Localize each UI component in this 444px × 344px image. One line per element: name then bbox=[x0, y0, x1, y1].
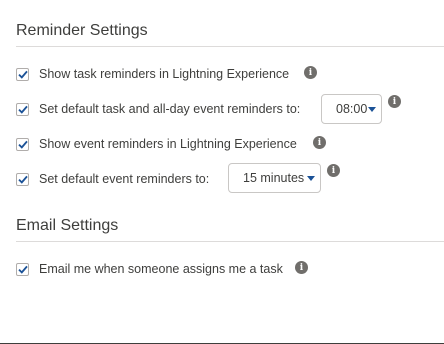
event-reminders-row: Show event reminders in Lightning Experi… bbox=[16, 134, 297, 154]
event-reminders-checkbox[interactable] bbox=[16, 137, 29, 151]
reminder-settings-divider bbox=[16, 46, 444, 47]
task-reminders-row: Show task reminders in Lightning Experie… bbox=[16, 64, 289, 84]
default-task-reminder-checkbox[interactable] bbox=[16, 102, 29, 116]
caret-down-icon bbox=[368, 107, 376, 112]
info-icon[interactable]: i bbox=[388, 95, 401, 108]
default-task-reminder-row: Set default task and all-day event remin… bbox=[16, 99, 300, 119]
default-task-reminder-label: Set default task and all-day event remin… bbox=[39, 102, 301, 116]
default-task-reminder-time-select[interactable]: 08:00 bbox=[321, 94, 382, 124]
task-reminders-checkbox[interactable] bbox=[16, 67, 29, 81]
checkmark-icon bbox=[17, 105, 28, 114]
default-event-reminder-checkbox[interactable] bbox=[16, 172, 29, 186]
checkmark-icon bbox=[17, 175, 28, 184]
default-event-reminder-value: 15 minutes bbox=[243, 171, 305, 185]
info-icon[interactable]: i bbox=[313, 136, 326, 149]
default-event-reminder-row: Set default event reminders to: bbox=[16, 169, 209, 189]
info-icon[interactable]: i bbox=[304, 66, 317, 79]
default-event-reminder-label: Set default event reminders to: bbox=[39, 172, 210, 186]
checkmark-icon bbox=[17, 140, 28, 149]
default-task-reminder-time-value: 08:00 bbox=[336, 102, 368, 116]
email-assign-task-label: Email me when someone assigns me a task bbox=[39, 262, 283, 276]
caret-down-icon bbox=[307, 176, 315, 181]
info-icon[interactable]: i bbox=[295, 261, 308, 274]
info-icon[interactable]: i bbox=[327, 164, 340, 177]
task-reminders-label: Show task reminders in Lightning Experie… bbox=[39, 67, 290, 81]
checkmark-icon bbox=[17, 70, 28, 79]
email-settings-title: Email Settings bbox=[16, 217, 119, 234]
checkmark-icon bbox=[17, 265, 28, 274]
event-reminders-label: Show event reminders in Lightning Experi… bbox=[39, 137, 297, 151]
email-assign-task-row: Email me when someone assigns me a task bbox=[16, 259, 283, 279]
reminder-settings-title: Reminder Settings bbox=[16, 22, 148, 39]
default-event-reminder-select[interactable]: 15 minutes bbox=[228, 163, 321, 193]
email-settings-divider bbox=[16, 241, 444, 242]
email-assign-task-checkbox[interactable] bbox=[16, 262, 29, 276]
